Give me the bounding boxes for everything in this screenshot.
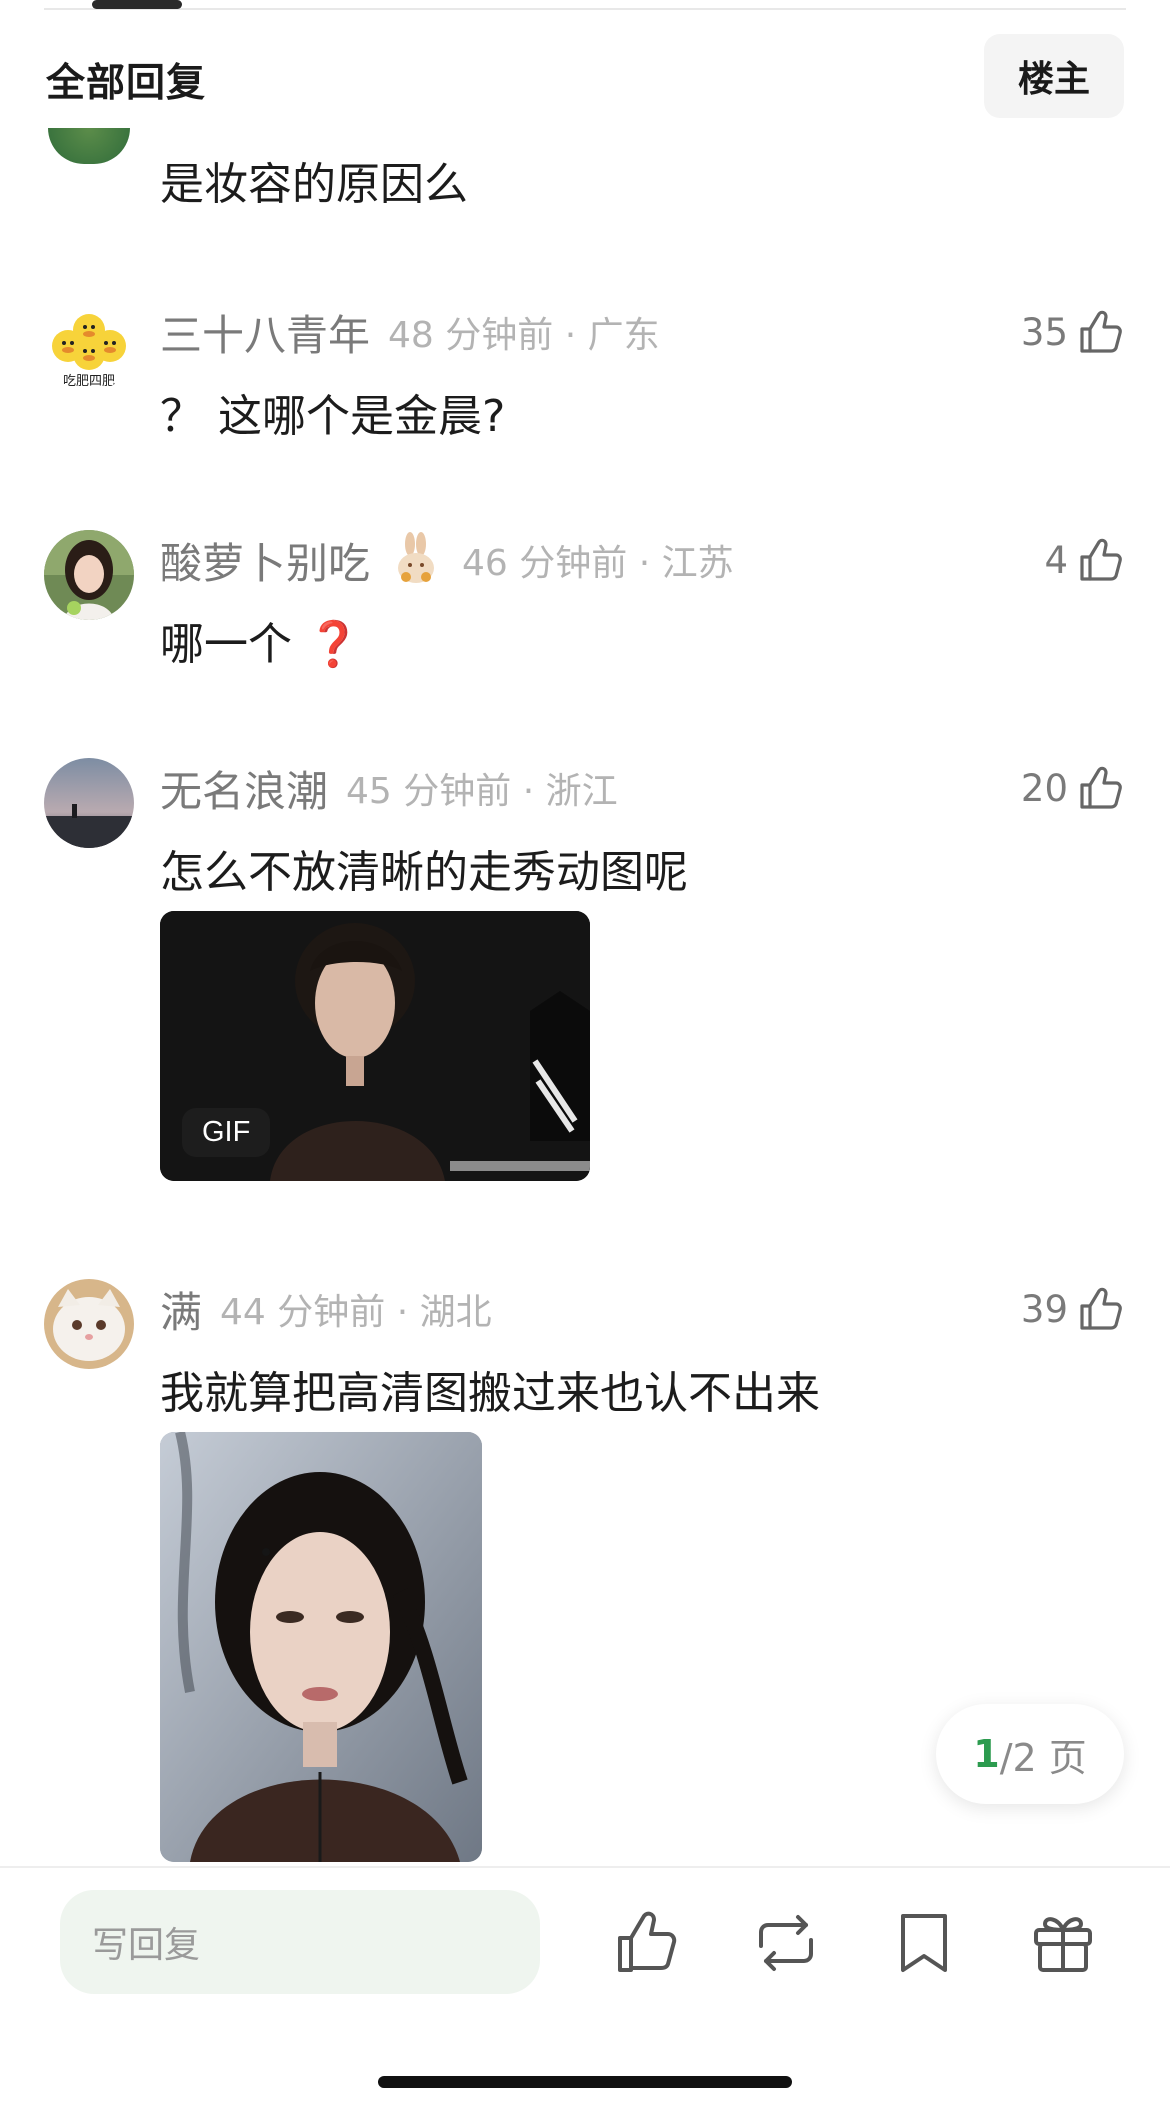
- gift-icon[interactable]: [1028, 1908, 1098, 1978]
- like-button[interactable]: 4: [1044, 530, 1126, 590]
- tab-indicator: [92, 0, 182, 9]
- comment-photo-image[interactable]: [160, 1432, 482, 1862]
- username[interactable]: 无名浪潮: [160, 758, 328, 819]
- avatar[interactable]: [44, 1279, 134, 1369]
- username[interactable]: 三十八青年: [160, 302, 370, 363]
- home-indicator: [378, 2076, 792, 2088]
- avatar[interactable]: [44, 758, 134, 848]
- like-button[interactable]: 35: [1021, 302, 1126, 362]
- comment-text: 是妆容的原因么: [160, 159, 468, 210]
- comment-meta: 酸萝卜别吃 46 分钟前 · 江苏: [160, 530, 734, 590]
- like-button[interactable]: 20: [1021, 758, 1126, 818]
- time-location: 46 分钟前 · 江苏: [462, 543, 734, 584]
- comment-text: ？ 这哪个是金晨?: [160, 391, 506, 442]
- pagination-indicator[interactable]: 1/2 页: [936, 1704, 1124, 1804]
- gif-badge: GIF: [182, 1108, 271, 1157]
- comment-text: 怎么不放清晰的走秀动图呢: [160, 847, 688, 898]
- repost-icon[interactable]: [751, 1908, 821, 1978]
- rabbit-badge-icon: [398, 532, 435, 583]
- bookmark-icon[interactable]: [889, 1908, 959, 1978]
- comment-meta: 无名浪潮 45 分钟前 · 浙江: [160, 758, 618, 818]
- comment-meta: 三十八青年 48 分钟前 · 广东: [160, 302, 660, 362]
- thumbs-up-icon: [1080, 310, 1122, 353]
- like-count: 4: [1044, 538, 1068, 582]
- total-pages: /2 页: [999, 1735, 1087, 1780]
- comment-meta: 满 44 分钟前 · 湖北: [160, 1279, 492, 1339]
- avatar[interactable]: [48, 128, 130, 164]
- avatar-caption: 吃肥四肥: [63, 373, 115, 389]
- like-count: 20: [1020, 766, 1068, 810]
- comment-text-main: 哪一个: [160, 619, 292, 670]
- time-location: 44 分钟前 · 湖北: [220, 1292, 492, 1333]
- comment-gif-image[interactable]: GIF: [160, 911, 590, 1181]
- thumbs-up-icon[interactable]: [612, 1908, 682, 1978]
- like-count: 39: [1020, 1287, 1068, 1331]
- owner-only-button[interactable]: 楼主: [984, 34, 1124, 118]
- reply-input[interactable]: 写回复: [60, 1890, 540, 1994]
- avatar[interactable]: 吃肥四肥: [44, 302, 134, 392]
- avatar[interactable]: [44, 530, 134, 620]
- top-divider: [44, 8, 1126, 10]
- thumbs-up-icon: [1080, 1287, 1122, 1330]
- username[interactable]: 酸萝卜别吃: [160, 530, 370, 591]
- comment-text: 我就算把高清图搬过来也认不出来: [160, 1368, 820, 1419]
- username[interactable]: 满: [160, 1279, 202, 1340]
- replies-header: 全部回复 楼主: [0, 34, 1170, 118]
- thumbs-up-icon: [1080, 538, 1122, 581]
- like-count: 35: [1020, 310, 1068, 354]
- question-emoji: ❓: [306, 619, 361, 670]
- time-location: 48 分钟前 · 广东: [388, 315, 660, 356]
- current-page: 1: [973, 1732, 1000, 1776]
- thumbs-up-icon: [1080, 766, 1122, 809]
- time-location: 45 分钟前 · 浙江: [346, 771, 618, 812]
- all-replies-title: 全部回复: [46, 61, 207, 106]
- comment-text: 哪一个 ❓: [160, 608, 361, 672]
- like-button[interactable]: 39: [1021, 1279, 1126, 1339]
